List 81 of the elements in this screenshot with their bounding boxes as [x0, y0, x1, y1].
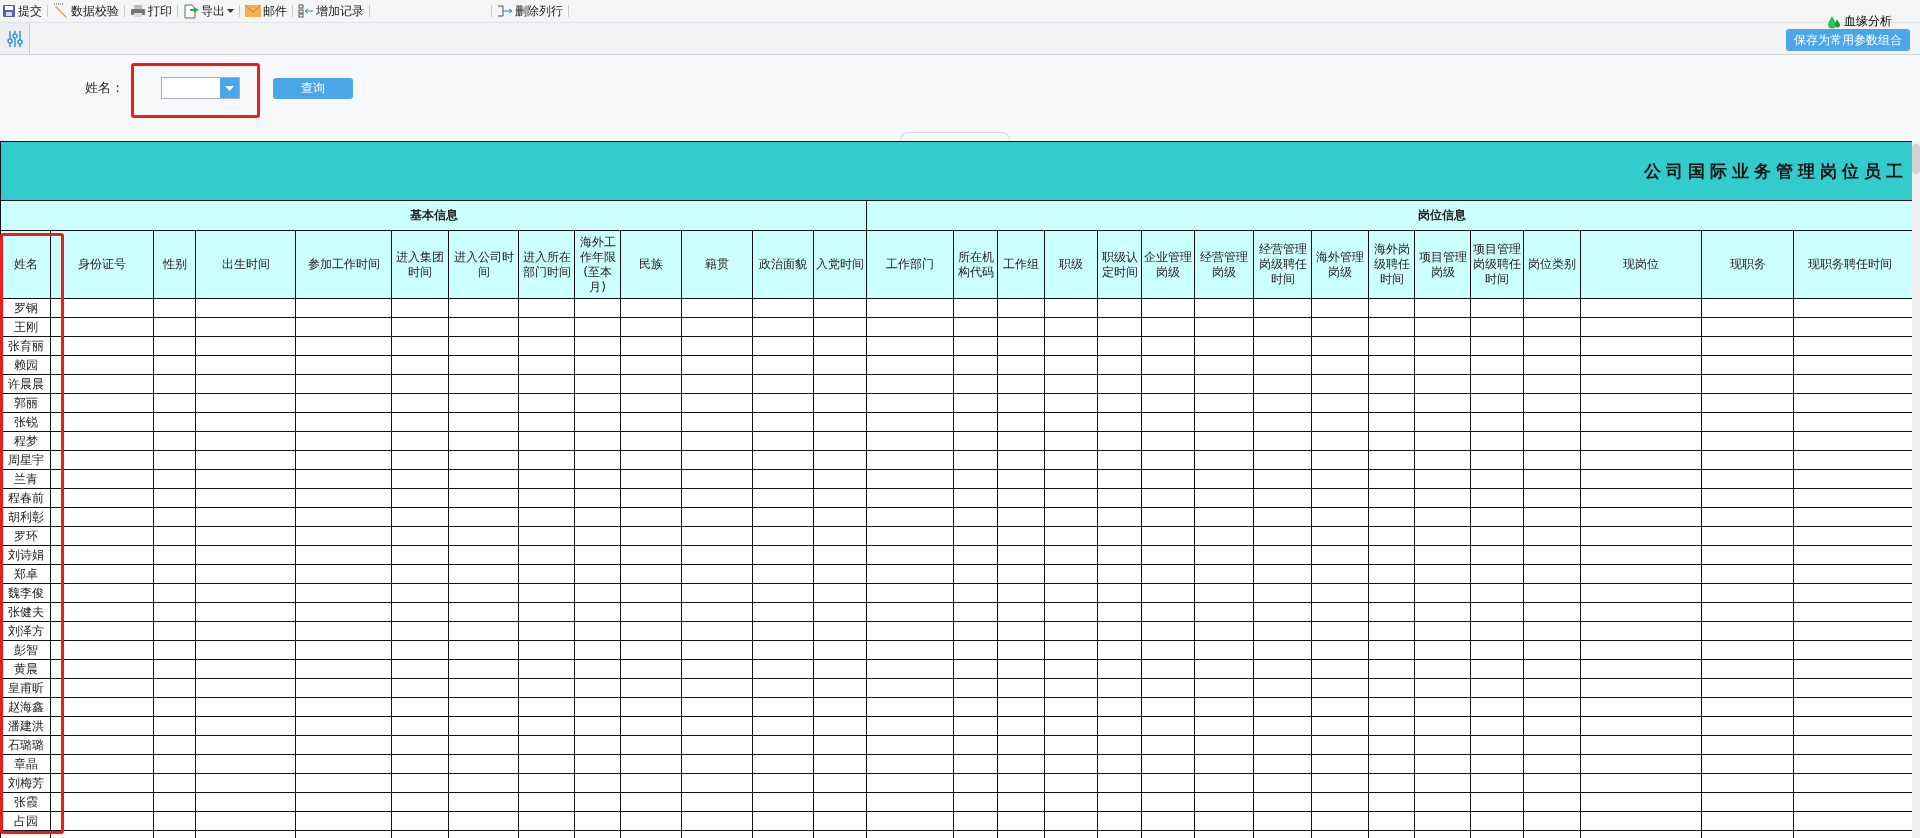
name-cell: 程春前 [0, 488, 51, 508]
name-cell: 彭智 [0, 640, 51, 660]
name-cell: 占园 [0, 811, 51, 831]
name-cell: 胡利彰 [0, 507, 51, 527]
envelope-icon [245, 5, 261, 17]
column-header: 性别 [153, 230, 196, 299]
section-header: 基本信息 [0, 200, 867, 231]
name-cell: 章晶 [0, 754, 51, 774]
name-cell: 罗钢 [0, 298, 51, 318]
toolbar-button[interactable]: 增加记录 [296, 1, 366, 21]
caret-icon [227, 9, 234, 13]
name-cell: 张健夫 [0, 602, 51, 622]
column-header: 政治面貌 [752, 230, 814, 299]
column-header: 海外管理岗级 [1311, 230, 1369, 299]
delete-column-icon [497, 4, 513, 18]
column-header: 项目管理岗级 [1414, 230, 1471, 299]
name-cell: 罗环 [0, 526, 51, 546]
column-header: 现职务聘任时间 [1793, 230, 1912, 299]
pencil-icon [53, 3, 69, 19]
name-cell: 石璐璐 [0, 735, 51, 755]
column-header: 职级 [1044, 230, 1098, 299]
name-cell: 赵海鑫 [0, 697, 51, 717]
column-header: 经营管理岗级 [1194, 230, 1254, 299]
column-header: 企业管理岗级 [1141, 230, 1195, 299]
column-header: 籍贯 [681, 230, 753, 299]
name-cell: 魏李俊 [0, 583, 51, 603]
scrollbar[interactable] [1912, 141, 1920, 838]
column-header: 身份证号 [50, 230, 154, 299]
add-record-icon [298, 4, 314, 18]
droplet-icon [1827, 14, 1841, 29]
name-cell: 郑卓 [0, 564, 51, 584]
parameters-tab[interactable] [0, 23, 30, 54]
column-header: 经营管理岗级聘任时间 [1253, 230, 1312, 299]
column-header: 职级认定时间 [1097, 230, 1142, 299]
name-cell: 刘诗娟 [0, 545, 51, 565]
name-cell: 黄晨 [0, 659, 51, 679]
column-header: 出生时间 [195, 230, 296, 299]
name-cell: 王刚 [0, 317, 51, 337]
lineage-button[interactable]: 血缘分析 [1827, 13, 1892, 30]
column-header: 海外岗级聘任时间 [1368, 230, 1415, 299]
dropdown-arrow-icon [225, 85, 234, 91]
name-cell: 刘梅芳 [0, 773, 51, 793]
name-cell: 许晨晨 [0, 374, 51, 394]
column-header: 进入集团时间 [391, 230, 449, 299]
column-header: 海外工作年限(至本月) [574, 230, 621, 299]
toolbar-button[interactable]: 删除列行 [495, 1, 565, 21]
printer-icon [130, 4, 146, 18]
column-header: 现岗位 [1580, 230, 1702, 299]
toolbar-button[interactable]: 提交 [0, 1, 44, 21]
toolbar-button[interactable]: 邮件 [243, 1, 289, 21]
column-header: 所在机构代码 [953, 230, 998, 299]
toolbar-button[interactable]: 数据校验 [51, 1, 121, 21]
column-header: 进入公司时间 [448, 230, 519, 299]
name-cell: 周星宇 [0, 450, 51, 470]
toolbar-button[interactable]: 打印 [128, 1, 174, 21]
name-cell: 潘建洪 [0, 716, 51, 736]
column-header: 进入所在部门时间 [518, 230, 575, 299]
column-header: 岗位类别 [1523, 230, 1581, 299]
column-header: 项目管理岗级聘任时间 [1470, 230, 1524, 299]
column-header: 现职务 [1701, 230, 1794, 299]
name-cell: 程梦 [0, 431, 51, 451]
column-header: 工作部门 [866, 230, 954, 299]
name-cell: 皇甫昕 [0, 678, 51, 698]
column-header: 参加工作时间 [295, 230, 392, 299]
name-cell: 张霞 [0, 792, 51, 812]
name-cell: 刘泽方 [0, 621, 51, 641]
section-header: 岗位信息 [866, 200, 1912, 231]
column-header: 入党时间 [813, 230, 867, 299]
toolbar-button[interactable]: 导出 [181, 1, 236, 21]
name-dropdown[interactable] [161, 77, 240, 99]
export-icon [183, 3, 199, 19]
name-cell: 张育丽 [0, 336, 51, 356]
name-cell: 郭丽 [0, 393, 51, 413]
name-cell: 张锐 [0, 412, 51, 432]
field-label: 姓名： [85, 79, 124, 97]
column-header: 民族 [620, 230, 682, 299]
name-cell: 赖园 [0, 355, 51, 375]
column-header: 工作组 [997, 230, 1045, 299]
report-title: 公司国际业务管理岗位员工 [1644, 160, 1908, 181]
sliders-icon [6, 29, 23, 48]
name-cell: 兰青 [0, 469, 51, 489]
